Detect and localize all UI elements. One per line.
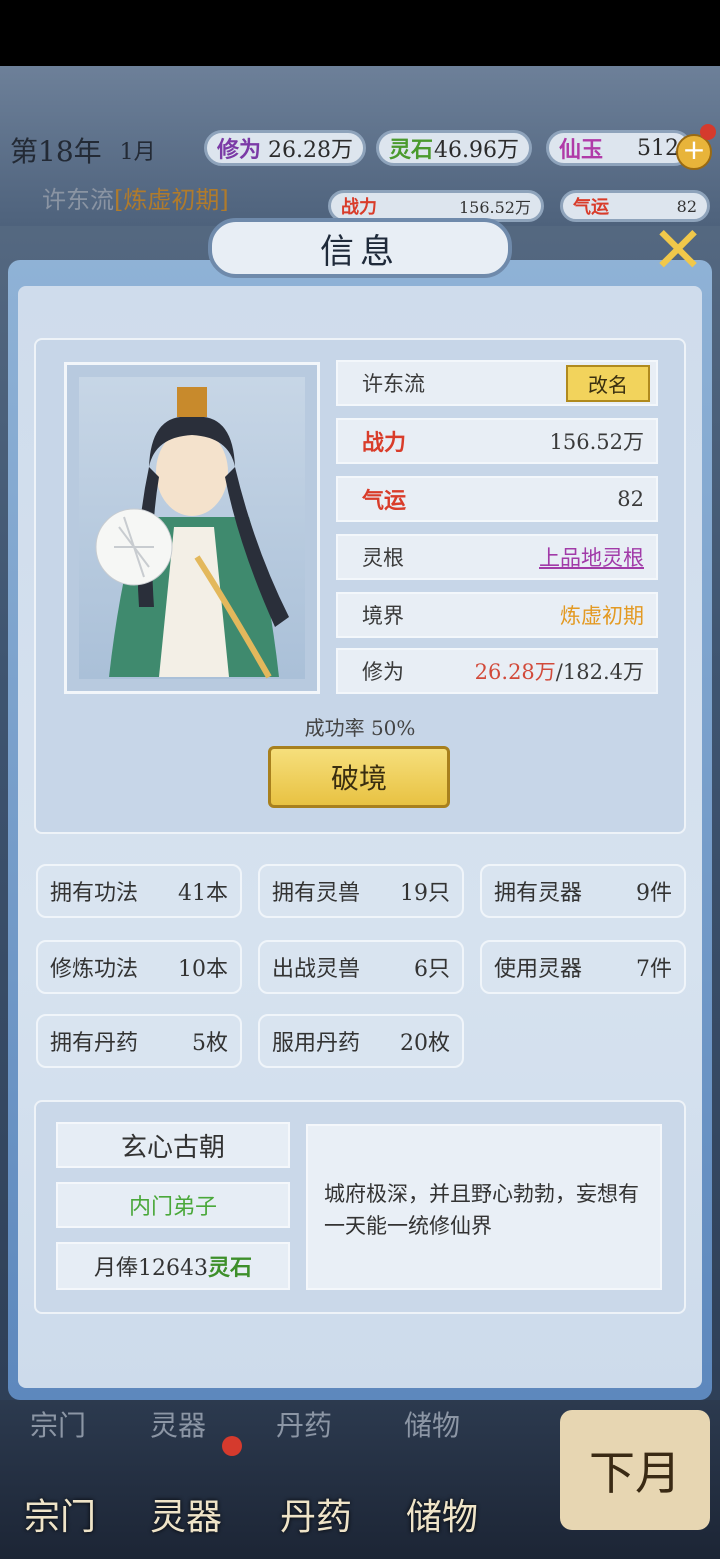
- cultivation-value: 26.28万/182.4万: [474, 660, 644, 684]
- bottom-top-label-3: 丹药: [276, 1409, 333, 1442]
- tab-pills[interactable]: 丹药: [280, 1488, 352, 1540]
- character-illustration: [95, 387, 289, 679]
- notification-dot: [700, 124, 716, 140]
- cultivation-row: 修为 26.28万/182.4万: [336, 648, 658, 694]
- character-portrait: [64, 362, 320, 694]
- name-row: 许东流 改名: [336, 360, 658, 406]
- dialog-title: 信息: [208, 218, 512, 278]
- luck-value: 82: [617, 487, 644, 511]
- realm-value: 炼虚初期: [560, 604, 644, 628]
- character-description: 城府极深，并且野心勃勃，妄想有一天能一统修仙界: [306, 1124, 662, 1290]
- success-rate: 成功率 50%: [304, 716, 416, 740]
- stat-consumed-pills[interactable]: 服用丹药 20枚: [258, 1014, 464, 1068]
- background-name: 许东流[炼虚初期]: [42, 186, 229, 214]
- tab-sect[interactable]: 宗门: [24, 1488, 96, 1540]
- cultivation-label: 修为: [362, 660, 404, 684]
- tab-artifacts[interactable]: 灵器: [150, 1488, 222, 1540]
- bottom-top-label-1: 宗门: [30, 1409, 87, 1442]
- rename-button[interactable]: 改名: [566, 364, 650, 402]
- stat-used-artifacts[interactable]: 使用灵器 7件: [480, 940, 686, 994]
- resource-cultivation: 修为 26.28万: [204, 130, 366, 166]
- power-row: 战力 156.52万: [336, 418, 658, 464]
- power-value: 156.52万: [549, 430, 644, 454]
- stat-owned-artifacts[interactable]: 拥有灵器 9件: [480, 864, 686, 918]
- spirit-root-label: 灵根: [362, 546, 404, 570]
- realm-label: 境界: [362, 604, 404, 628]
- sect-rank: 内门弟子: [56, 1182, 290, 1228]
- stat-practiced-techniques[interactable]: 修炼功法 10本: [36, 940, 242, 994]
- spirit-root-row: 灵根 上品地灵根: [336, 534, 658, 580]
- resource-spirit-stone: 灵石 46.96万: [376, 130, 532, 166]
- close-icon[interactable]: ✕: [642, 218, 714, 284]
- luck-row: 气运 82: [336, 476, 658, 522]
- stat-owned-beasts[interactable]: 拥有灵兽 19只: [258, 864, 464, 918]
- character-name: 许东流: [362, 372, 425, 396]
- date-display: 第18年 1月: [10, 128, 200, 172]
- realm-row: 境界 炼虚初期: [336, 592, 658, 638]
- stat-owned-pills[interactable]: 拥有丹药 5枚: [36, 1014, 242, 1068]
- artifact-notification-dot: [222, 1436, 242, 1456]
- spirit-root-link[interactable]: 上品地灵根: [539, 542, 644, 572]
- bottom-top-label-4: 储物: [404, 1409, 461, 1442]
- breakthrough-button[interactable]: 破境: [268, 746, 450, 808]
- month-label: 1月: [119, 140, 156, 165]
- sect-name: 玄心古朝: [56, 1122, 290, 1168]
- tab-storage[interactable]: 储物: [406, 1488, 478, 1540]
- resource-jade: 仙玉 512: [546, 130, 692, 166]
- luck-label: 气运: [362, 488, 407, 514]
- stat-battle-beasts[interactable]: 出战灵兽 6只: [258, 940, 464, 994]
- next-month-button[interactable]: 下月: [560, 1410, 710, 1530]
- sect-salary: 月俸12643 灵石: [56, 1242, 290, 1290]
- power-label: 战力: [362, 430, 407, 456]
- year-label: 第18年: [10, 135, 102, 168]
- stat-owned-techniques[interactable]: 拥有功法 41本: [36, 864, 242, 918]
- bottom-top-label-2: 灵器: [150, 1409, 207, 1442]
